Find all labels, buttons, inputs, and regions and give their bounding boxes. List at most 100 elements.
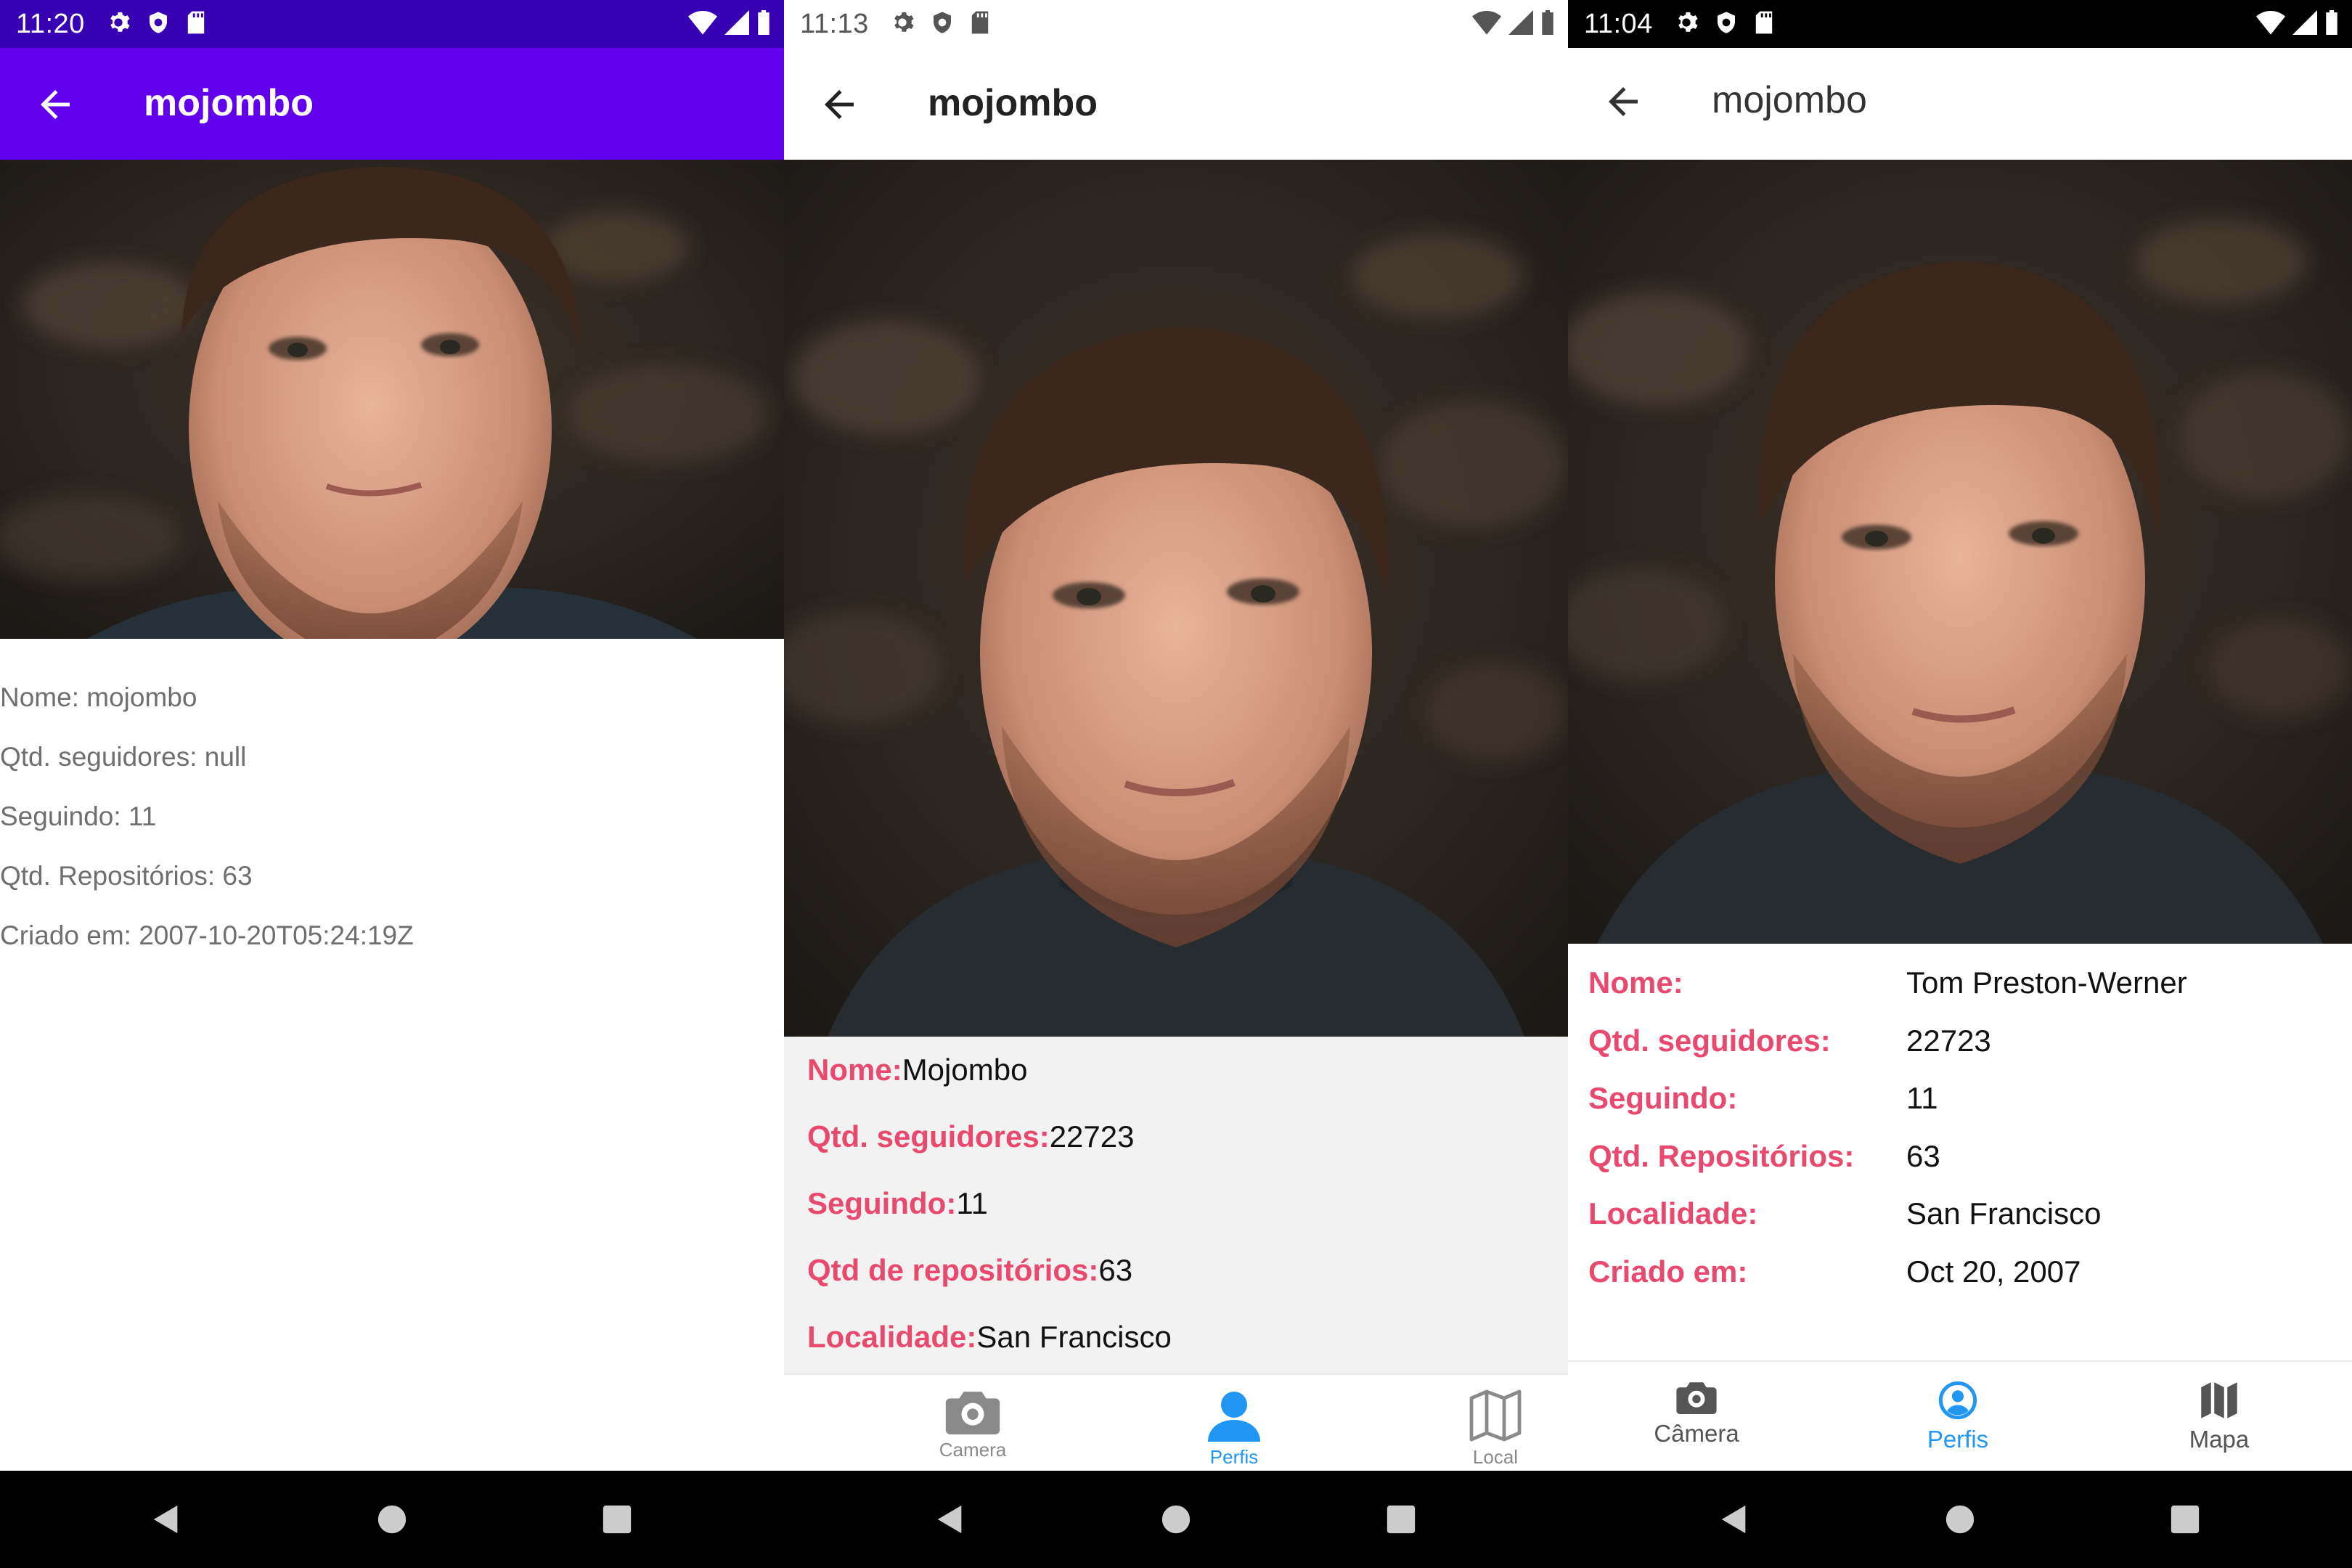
info-value: 22723 bbox=[1906, 1023, 1991, 1058]
nav-recents-icon[interactable] bbox=[2168, 1503, 2202, 1536]
info-row: Localidade:San Francisco bbox=[1588, 1182, 2352, 1240]
tab-label: Mapa bbox=[2189, 1426, 2250, 1453]
info-value: San Francisco bbox=[976, 1320, 1172, 1354]
shield-icon bbox=[1718, 12, 1735, 33]
profile-photo bbox=[1568, 160, 2352, 944]
info-name: Nome: mojombo bbox=[0, 682, 197, 712]
info-row: Nome: Tom Preston-Werner bbox=[1588, 951, 2352, 1009]
person-icon bbox=[1208, 1392, 1260, 1442]
info-value: 11 bbox=[956, 1186, 988, 1220]
info-row: Criado em: Oct 20, 2007 bbox=[1588, 1240, 2352, 1298]
info-row: Seguindo:11 bbox=[807, 1170, 1568, 1237]
nav-back-icon[interactable] bbox=[150, 1503, 183, 1536]
info-label: Qtd. seguidores: bbox=[1588, 1023, 1831, 1058]
info-row: Qtd de repositórios:63 bbox=[807, 1237, 1568, 1304]
back-arrow-icon[interactable] bbox=[1601, 80, 1645, 123]
shield-icon bbox=[934, 12, 951, 33]
info-row: Nome:Mojombo bbox=[807, 1037, 1568, 1103]
page-title: mojombo bbox=[1712, 79, 1867, 121]
status-time: 11:13 bbox=[800, 9, 869, 39]
info-followers: Qtd. seguidores: null bbox=[0, 742, 247, 772]
wifi-icon bbox=[688, 11, 717, 35]
app-bar: mojombo bbox=[784, 48, 1568, 160]
bottom-navigation: Câmera Perfis Mapa bbox=[1568, 1360, 2352, 1472]
camera-icon bbox=[945, 1392, 1000, 1434]
tab-local[interactable]: Local bbox=[1423, 1375, 1568, 1472]
info-row: Qtd. seguidores:22723 bbox=[807, 1103, 1568, 1170]
sd-card-icon bbox=[187, 11, 205, 34]
info-following: Seguindo: 11 bbox=[0, 801, 157, 831]
info-value: Mojombo bbox=[902, 1053, 1028, 1087]
tab-camera[interactable]: Câmera bbox=[1609, 1362, 1784, 1472]
info-value: Tom Preston-Werner bbox=[1906, 965, 2187, 1000]
screen-1: 11:20 mojombo Nome: mojombo Qtd. seguido… bbox=[0, 0, 784, 1568]
status-bar: 11:04 bbox=[1568, 0, 2352, 48]
info-label: Criado em: bbox=[1588, 1254, 1748, 1289]
info-repos: Qtd. Repositórios: 63 bbox=[0, 861, 253, 891]
info-value: 22723 bbox=[1049, 1119, 1135, 1153]
battery-icon bbox=[758, 10, 769, 35]
system-nav-bar bbox=[0, 1471, 784, 1568]
info-value: 11 bbox=[1906, 1081, 1938, 1115]
app-bar: mojombo bbox=[0, 48, 784, 160]
page-title: mojombo bbox=[928, 82, 1098, 124]
tab-perfis[interactable]: Perfis bbox=[1871, 1362, 2045, 1472]
bottom-navigation: Camera Perfis Local bbox=[784, 1373, 1568, 1472]
signal-icon bbox=[2292, 10, 2317, 35]
profile-info: Nome:Mojombo Qtd. seguidores:22723 Segui… bbox=[784, 1037, 1568, 1373]
info-label: Nome: bbox=[1588, 965, 1683, 1000]
tab-label: Camera bbox=[939, 1439, 1007, 1461]
tab-label: Câmera bbox=[1654, 1420, 1739, 1447]
info-label: Nome: bbox=[807, 1053, 902, 1087]
screen-2: 11:13 mojombo Nome:Mojombo Qtd. seguidor… bbox=[784, 0, 1568, 1568]
system-nav-bar bbox=[784, 1471, 1568, 1568]
sd-card-icon bbox=[1755, 11, 1773, 34]
nav-home-icon[interactable] bbox=[1943, 1503, 1977, 1536]
info-label: Qtd. Repositórios: bbox=[1588, 1138, 1855, 1173]
profile-photo bbox=[784, 160, 1568, 1037]
info-label: Localidade: bbox=[807, 1320, 977, 1354]
info-value: 63 bbox=[1098, 1253, 1133, 1287]
back-arrow-icon[interactable] bbox=[817, 83, 861, 126]
app-bar: mojombo bbox=[1568, 48, 2352, 160]
tab-camera[interactable]: Camera bbox=[900, 1375, 1045, 1472]
camera-icon bbox=[1676, 1382, 1717, 1414]
info-label: Qtd de repositórios: bbox=[807, 1253, 1099, 1287]
account-circle-icon bbox=[1938, 1381, 1977, 1420]
battery-icon bbox=[1542, 10, 1553, 35]
status-bar: 11:13 bbox=[784, 0, 1568, 48]
screen-3: 11:04 mojombo Nome: Tom Preston-Werner Q… bbox=[1568, 0, 2352, 1568]
profile-photo bbox=[0, 160, 784, 639]
tab-perfis[interactable]: Perfis bbox=[1161, 1375, 1307, 1472]
nav-home-icon[interactable] bbox=[1159, 1503, 1193, 1536]
info-label: Seguindo: bbox=[1588, 1081, 1738, 1115]
page-title: mojombo bbox=[144, 82, 314, 124]
sd-card-icon bbox=[971, 11, 989, 34]
tab-mapa[interactable]: Mapa bbox=[2132, 1362, 2306, 1472]
status-bar: 11:20 bbox=[0, 0, 784, 48]
nav-back-icon[interactable] bbox=[1718, 1503, 1751, 1536]
nav-home-icon[interactable] bbox=[375, 1503, 409, 1536]
back-arrow-icon[interactable] bbox=[33, 83, 77, 126]
gear-icon bbox=[110, 12, 130, 32]
info-row: Qtd. seguidores: 22723 bbox=[1588, 1009, 2352, 1067]
battery-icon bbox=[2326, 10, 2337, 35]
wifi-icon bbox=[2256, 11, 2285, 35]
wifi-icon bbox=[1472, 11, 1501, 35]
nav-recents-icon[interactable] bbox=[600, 1503, 634, 1536]
signal-icon bbox=[724, 10, 749, 35]
info-value: Oct 20, 2007 bbox=[1906, 1254, 2081, 1289]
info-row: Seguindo: 11 bbox=[1588, 1066, 2352, 1124]
gear-icon bbox=[1678, 12, 1698, 32]
tab-label: Local bbox=[1472, 1446, 1519, 1468]
info-row: Qtd. Repositórios: 63 bbox=[1588, 1124, 2352, 1183]
nav-back-icon[interactable] bbox=[934, 1503, 967, 1536]
map-icon bbox=[2201, 1382, 2237, 1418]
info-value: San Francisco bbox=[1906, 1196, 2102, 1230]
status-time: 11:04 bbox=[1584, 9, 1653, 39]
info-label: Seguindo: bbox=[807, 1186, 957, 1220]
nav-recents-icon[interactable] bbox=[1384, 1503, 1418, 1536]
map-icon bbox=[1469, 1389, 1522, 1442]
info-created: Criado em: 2007-10-20T05:24:19Z bbox=[0, 920, 414, 950]
info-row: Localidade:San Francisco bbox=[807, 1304, 1568, 1371]
